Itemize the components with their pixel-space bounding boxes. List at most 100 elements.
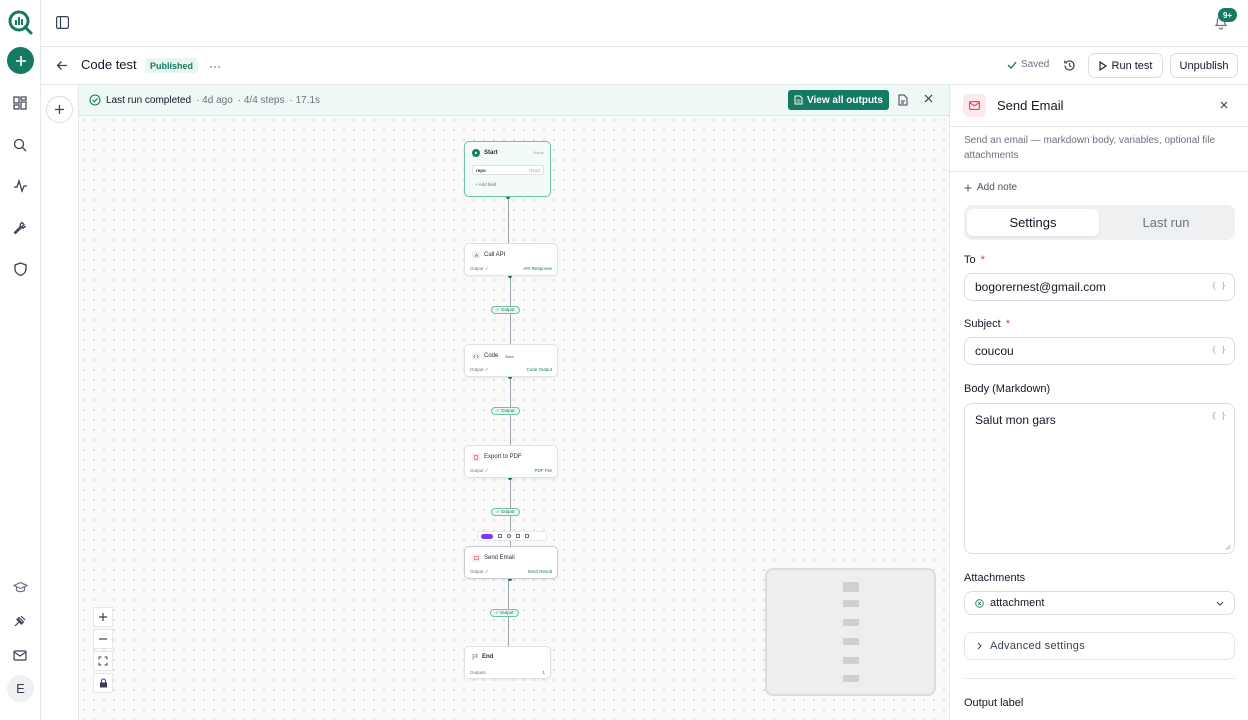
status-badge: Published	[145, 58, 199, 73]
minimap-node	[843, 582, 859, 592]
tools-icon[interactable]	[8, 216, 32, 240]
output-pill[interactable]: ✓ Output	[491, 508, 520, 516]
history-icon[interactable]	[1063, 59, 1076, 72]
node-code[interactable]: Code Beta Output ✓ Code Output	[464, 344, 558, 377]
duplicate-icon[interactable]	[507, 534, 511, 538]
node-footer: Outputs 1	[470, 670, 545, 675]
canvas-toolbar	[41, 85, 79, 720]
unpublish-button[interactable]: Unpublish	[1170, 53, 1238, 78]
shield-icon[interactable]	[8, 257, 32, 281]
tab-last-run[interactable]: Last run	[1100, 209, 1232, 236]
node-end[interactable]: End Outputs 1	[464, 646, 551, 679]
trash-icon[interactable]	[525, 534, 529, 538]
check-circle-icon	[89, 94, 101, 106]
tab-settings[interactable]: Settings	[967, 209, 1099, 236]
variable-icon[interactable]: { }	[1212, 281, 1226, 290]
variable-icon[interactable]: { }	[1212, 411, 1226, 420]
node-output-status: Output ✓	[470, 569, 489, 574]
node-call-api[interactable]: Call API Output ✓ API Response	[464, 243, 558, 276]
resize-handle-icon[interactable]	[1225, 544, 1231, 550]
node-output-name: Send Result	[527, 569, 552, 574]
mail-icon[interactable]	[8, 643, 32, 667]
output-label: Output label	[964, 697, 1024, 709]
advanced-settings-toggle[interactable]: Advanced settings	[964, 632, 1235, 660]
add-field-link[interactable]: + Add field	[475, 182, 496, 187]
minimap[interactable]	[765, 568, 936, 696]
notification-badge: 9+	[1218, 8, 1237, 22]
output-pill[interactable]: ✓ Output	[491, 306, 520, 314]
node-header: End	[472, 654, 493, 660]
node-footer: Output ✓ Code Output	[470, 367, 552, 373]
node-footer: Output ✓ API Response	[470, 266, 552, 272]
panel-tabs: Settings Last run	[964, 205, 1235, 240]
run-ago: · 4d ago	[196, 94, 233, 106]
panel-description: Send an email — markdown body, variables…	[964, 135, 1216, 161]
view-all-outputs-button[interactable]: View all outputs	[788, 90, 889, 110]
avatar[interactable]: E	[7, 675, 34, 702]
zoom-in-button[interactable]	[93, 607, 113, 627]
close-run-bar-icon[interactable]	[924, 94, 933, 103]
node-export-pdf[interactable]: Export to PDF Output ✓ PDF File	[464, 445, 558, 478]
output-pill[interactable]: ✓ Output	[491, 407, 520, 415]
file-icon[interactable]	[898, 94, 908, 106]
subject-label: Subject *	[964, 318, 1010, 330]
workflow-title[interactable]: Code test	[81, 57, 137, 72]
play-icon	[1098, 60, 1107, 71]
email-icon	[472, 554, 480, 562]
node-footer: Output ✓ Send Result	[470, 569, 552, 575]
divider	[950, 126, 1248, 127]
connector	[508, 197, 509, 247]
integrations-icon[interactable]	[8, 609, 32, 633]
node-header: Start	[472, 149, 498, 157]
node-output-status: Output ✓	[470, 468, 489, 473]
to-field[interactable]: bogorernest@gmail.com { }	[964, 273, 1235, 301]
zoom-out-button[interactable]	[93, 629, 113, 649]
run-test-button[interactable]: Run test	[1088, 53, 1163, 78]
search-icon[interactable]	[8, 133, 32, 157]
panel-title: Send Email	[997, 98, 1064, 113]
node-send-email[interactable]: Send Email Output ✓ Send Result	[464, 546, 558, 579]
left-rail: E	[0, 0, 41, 720]
top-bar: 9+	[41, 0, 1248, 47]
minimap-node	[843, 638, 859, 645]
activity-icon[interactable]	[8, 174, 32, 198]
chevron-down-icon	[1216, 601, 1224, 606]
node-start[interactable]: Start Name repo (Text) + Add field	[464, 141, 551, 197]
minimap-node	[843, 600, 859, 607]
graduation-cap-icon[interactable]	[8, 575, 32, 599]
add-node-button[interactable]	[46, 96, 73, 123]
node-output-status: Output ✓	[470, 266, 489, 271]
run-test-label: Run test	[1111, 59, 1153, 72]
back-arrow-icon[interactable]	[56, 60, 68, 71]
divider	[950, 171, 1248, 172]
output-pill[interactable]: ✓ Output	[490, 609, 519, 617]
run-status-bar: Last run completed · 4d ago · 4/4 steps …	[79, 85, 949, 116]
input-field-row[interactable]: repo (Text)	[472, 165, 544, 175]
to-label: To *	[964, 254, 985, 266]
subject-field[interactable]: coucou { }	[964, 337, 1235, 365]
add-note-button[interactable]: Add note	[964, 182, 1017, 193]
run-node-icon[interactable]	[498, 534, 502, 538]
node-tag: Name	[533, 150, 544, 155]
minimap-node	[843, 657, 859, 664]
app-logo-icon[interactable]	[6, 8, 34, 36]
variable-icon[interactable]: { }	[1212, 345, 1226, 354]
fit-view-button[interactable]	[93, 651, 113, 671]
create-new-button[interactable]	[7, 47, 34, 74]
sidebar-toggle-icon[interactable]	[56, 16, 69, 29]
run-status-text: Last run completed	[106, 94, 192, 106]
dashboard-icon[interactable]	[8, 91, 32, 115]
node-title: End	[482, 654, 494, 660]
copy-icon[interactable]	[516, 534, 520, 538]
code-icon	[472, 352, 480, 360]
to-label-text: To	[964, 254, 976, 266]
required-mark: *	[980, 254, 985, 266]
attachments-select[interactable]: attachment	[964, 591, 1235, 615]
lock-button[interactable]	[93, 673, 113, 693]
more-options-icon[interactable]: ···	[209, 59, 221, 73]
subject-label-text: Subject	[964, 318, 1001, 330]
pdf-icon	[472, 453, 480, 461]
enable-toggle[interactable]	[481, 533, 493, 539]
body-field[interactable]: Salut mon gars { }	[964, 403, 1235, 554]
close-panel-icon[interactable]	[1220, 101, 1228, 109]
